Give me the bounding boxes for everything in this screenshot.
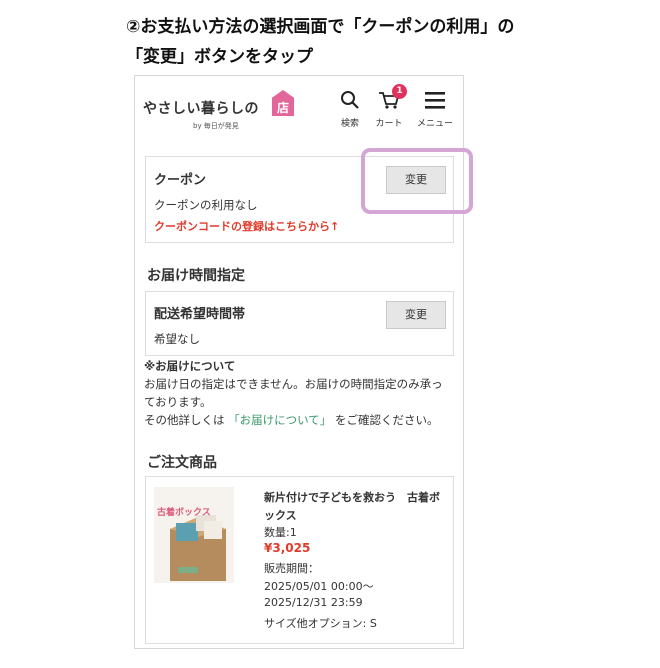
coupon-title: クーポン — [154, 173, 207, 188]
notice-text-post: をご確認ください。 — [334, 413, 439, 427]
delivery-notice-line-2: ております。 — [144, 395, 212, 409]
coupon-register-link[interactable]: クーポンコードの登録はこちらから↑ — [154, 218, 339, 234]
product-image[interactable]: 古着ボックス — [154, 487, 234, 583]
delivery-time-panel: 配送希望時間帯 変更 希望なし — [145, 291, 454, 356]
site-header: やさしい暮らしの 店 by 毎日が発見 検索 1 カート メニュー — [135, 76, 463, 138]
order-items-heading: ご注文商品 — [147, 455, 217, 471]
instruction-text: ②お支払い方法の選択画面で「クーポンの利用」の 「変更」ボタンをタップ — [126, 12, 606, 72]
clothes-box-illustration — [170, 515, 226, 581]
delivery-time-value: 希望なし — [154, 332, 200, 346]
hamburger-menu-icon — [425, 92, 445, 109]
product-name-line-1[interactable]: 新片付けで子どもを救おう 古着ボ — [264, 489, 440, 505]
sales-period-start: 2025/05/01 00:00〜 — [264, 580, 374, 593]
store-logo-icon[interactable]: 店 — [272, 90, 294, 116]
logo-mark-text: 店 — [276, 101, 289, 115]
sales-period-end: 2025/12/31 23:59 — [264, 596, 363, 609]
search-label: 検索 — [340, 119, 359, 129]
product-price: ¥3,025 — [264, 541, 311, 555]
delivery-time-title: 配送希望時間帯 — [154, 307, 246, 322]
site-logo-text[interactable]: やさしい暮らしの — [143, 98, 259, 118]
order-item-panel: 古着ボックス 新片付けで子どもを救おう 古着ボ ックス 数量:1 ¥3,025 … — [145, 476, 454, 644]
product-image-title: 古着ボックス — [157, 508, 211, 518]
menu-button[interactable]: メニュー — [414, 90, 456, 129]
product-option: サイズ他オプション: S — [264, 617, 377, 630]
cart-label: カート — [375, 119, 403, 129]
delivery-time-heading: お届け時間指定 — [147, 268, 245, 284]
cart-button[interactable]: 1 カート — [368, 84, 410, 129]
product-name-line-2[interactable]: ックス — [264, 507, 297, 523]
coupon-status: クーポンの利用なし — [154, 198, 258, 212]
menu-label: メニュー — [416, 119, 453, 129]
instruction-line-2: 「変更」ボタンをタップ — [126, 47, 313, 67]
product-quantity: 数量:1 — [264, 526, 297, 539]
cart-count-badge: 1 — [392, 84, 407, 99]
search-button[interactable]: 検索 — [329, 90, 371, 129]
coupon-change-highlight — [361, 148, 473, 214]
instruction-line-1: ②お支払い方法の選択画面で「クーポンの利用」の — [126, 17, 515, 37]
delivery-notice-heading: ※お届けについて — [144, 359, 236, 373]
sales-period-label: 販売期間： — [264, 562, 319, 575]
delivery-notice-line-1: お届け日の指定はできません。お届けの時間指定のみ承っ — [144, 377, 443, 391]
delivery-notice-line-3: その他詳しくは 「お届けについて」 をご確認ください。 — [144, 412, 438, 428]
notice-text-pre: その他詳しくは — [144, 413, 225, 427]
logo-subtitle: by 毎日が発見 — [193, 122, 239, 130]
search-icon — [341, 91, 359, 109]
delivery-info-link[interactable]: 「お届けについて」 — [228, 413, 331, 427]
delivery-time-change-button[interactable]: 変更 — [386, 301, 446, 329]
